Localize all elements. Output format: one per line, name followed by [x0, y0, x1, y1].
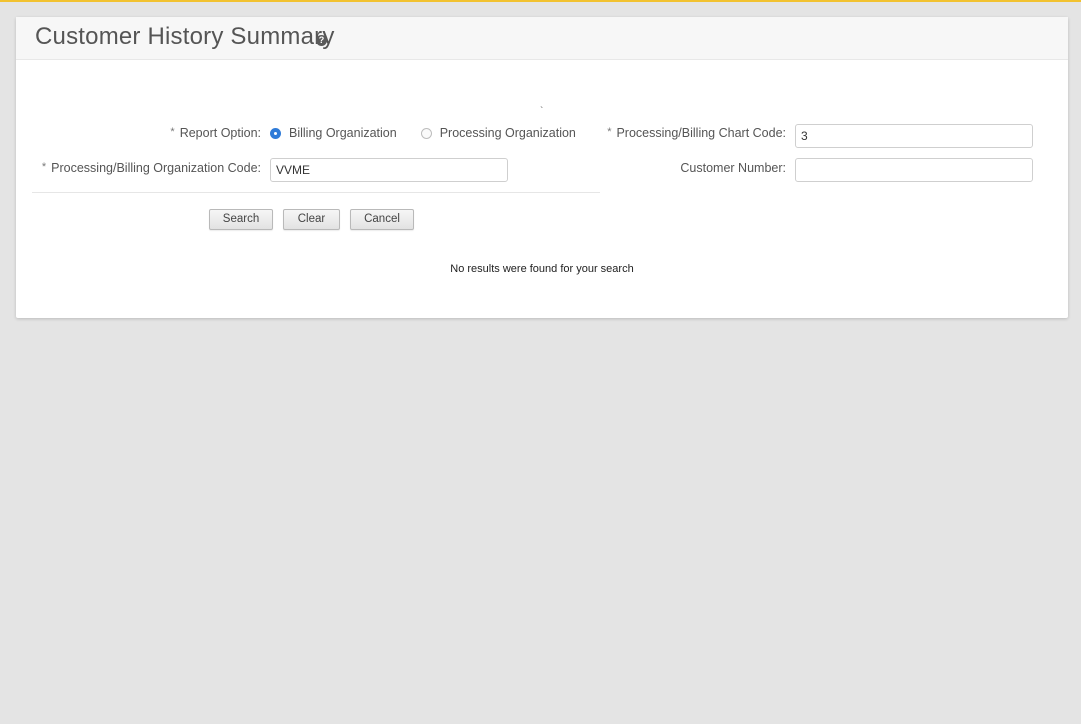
page-title: Customer History Summary [35, 23, 335, 50]
clear-button[interactable]: Clear [283, 209, 340, 230]
chart-code-label: * Processing/Billing Chart Code: [607, 126, 786, 140]
radio-button-unselected[interactable] [420, 127, 432, 139]
help-icon[interactable]: ? [316, 35, 327, 46]
stray-mark: ` [540, 106, 544, 117]
report-option-radio-group: Billing Organization Processing Organiza… [270, 126, 600, 140]
form-divider [32, 192, 600, 193]
cancel-button[interactable]: Cancel [350, 209, 414, 230]
top-accent-bar [0, 0, 1081, 2]
no-results-message: No results were found for your search [450, 263, 634, 275]
customer-number-label: Customer Number: [680, 161, 786, 175]
required-marker: * [170, 126, 175, 138]
panel-header: Customer History Summary ? [16, 17, 1068, 60]
chart-code-input[interactable] [795, 124, 1033, 148]
report-option-label: * Report Option: [170, 126, 261, 140]
radio-label-billing: Billing Organization [289, 126, 397, 140]
org-code-label: * Processing/Billing Organization Code: [41, 161, 261, 175]
radio-label-processing: Processing Organization [439, 126, 576, 140]
radio-button-selected[interactable] [270, 127, 281, 139]
radio-billing-organization[interactable]: Billing Organization [270, 126, 397, 140]
customer-number-input[interactable] [795, 158, 1033, 182]
radio-processing-organization[interactable]: Processing Organization [420, 126, 576, 140]
search-button[interactable]: Search [209, 209, 273, 230]
org-code-input[interactable] [270, 158, 508, 182]
required-marker: * [41, 161, 47, 173]
customer-history-panel: Customer History Summary ? ` * Report Opt… [16, 17, 1068, 318]
required-marker: * [607, 126, 612, 138]
